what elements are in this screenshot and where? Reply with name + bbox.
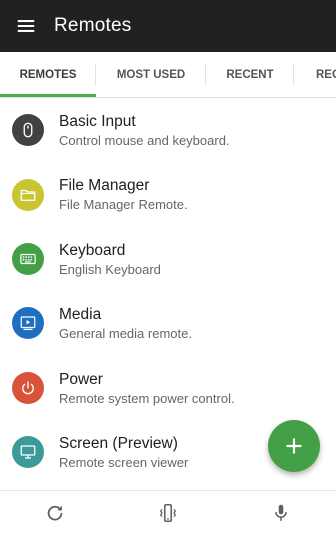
phone-vibrate-icon bbox=[160, 503, 176, 523]
menu-icon bbox=[17, 20, 35, 32]
list-item-avatar bbox=[12, 242, 44, 275]
menu-button[interactable] bbox=[0, 0, 52, 52]
tab-label: REC bbox=[316, 68, 336, 81]
mouse-icon bbox=[23, 122, 33, 138]
list-item-title: Screen (Preview) bbox=[59, 434, 178, 452]
list-item-media[interactable]: Media General media remote. bbox=[0, 291, 336, 355]
list-item-title: Power bbox=[59, 370, 103, 388]
list-item-subtitle: Remote screen viewer bbox=[59, 454, 189, 470]
list-item-basic-input[interactable]: Basic Input Control mouse and keyboard. bbox=[0, 98, 336, 162]
list-item-avatar bbox=[12, 114, 44, 147]
voice-button[interactable] bbox=[259, 491, 303, 534]
tab-remotes[interactable]: REMOTES bbox=[0, 52, 96, 97]
list-item-subtitle: English Keyboard bbox=[59, 261, 161, 277]
list-item-keyboard[interactable]: Keyboard English Keyboard bbox=[0, 227, 336, 291]
tab-bar: REMOTES MOST USED RECENT REC bbox=[0, 52, 336, 98]
app-bar: Remotes bbox=[0, 0, 336, 52]
bottom-action-bar bbox=[0, 490, 336, 534]
tab-label: RECENT bbox=[226, 68, 274, 81]
folder-icon bbox=[20, 189, 36, 201]
add-icon bbox=[286, 438, 302, 454]
list-item-title: Media bbox=[59, 306, 102, 324]
monitor-icon bbox=[20, 445, 36, 459]
microphone-icon bbox=[275, 504, 287, 521]
list-item-title: Basic Input bbox=[59, 113, 136, 130]
tab-label: REMOTES bbox=[19, 68, 77, 81]
list-item-title: Keyboard bbox=[59, 241, 126, 259]
list-item-avatar bbox=[12, 371, 44, 404]
list-item-power[interactable]: Power Remote system power control. bbox=[0, 356, 336, 420]
list-item-title: File Manager bbox=[59, 177, 150, 195]
add-remote-button[interactable] bbox=[268, 420, 320, 472]
tab-most-used[interactable]: MOST USED bbox=[96, 52, 206, 97]
media-icon bbox=[20, 316, 36, 331]
tab-rec-partial[interactable]: REC bbox=[294, 52, 336, 97]
list-item-file-manager[interactable]: File Manager File Manager Remote. bbox=[0, 162, 336, 226]
list-item-avatar bbox=[12, 178, 44, 211]
tab-recent[interactable]: RECENT bbox=[206, 52, 294, 97]
refresh-icon bbox=[47, 505, 63, 521]
power-icon bbox=[22, 381, 34, 395]
list-item-subtitle: Remote system power control. bbox=[59, 390, 235, 406]
keyboard-icon bbox=[20, 253, 36, 265]
list-item-subtitle: File Manager Remote. bbox=[59, 197, 188, 213]
list-item-avatar bbox=[12, 307, 44, 340]
list-item-subtitle: General media remote. bbox=[59, 326, 192, 342]
tab-label: MOST USED bbox=[116, 68, 186, 81]
list-item-subtitle: Control mouse and keyboard. bbox=[59, 133, 230, 148]
remote-device-button[interactable] bbox=[146, 491, 190, 534]
refresh-button[interactable] bbox=[33, 491, 77, 534]
app-title: Remotes bbox=[54, 15, 132, 36]
list-item-avatar bbox=[12, 436, 44, 469]
